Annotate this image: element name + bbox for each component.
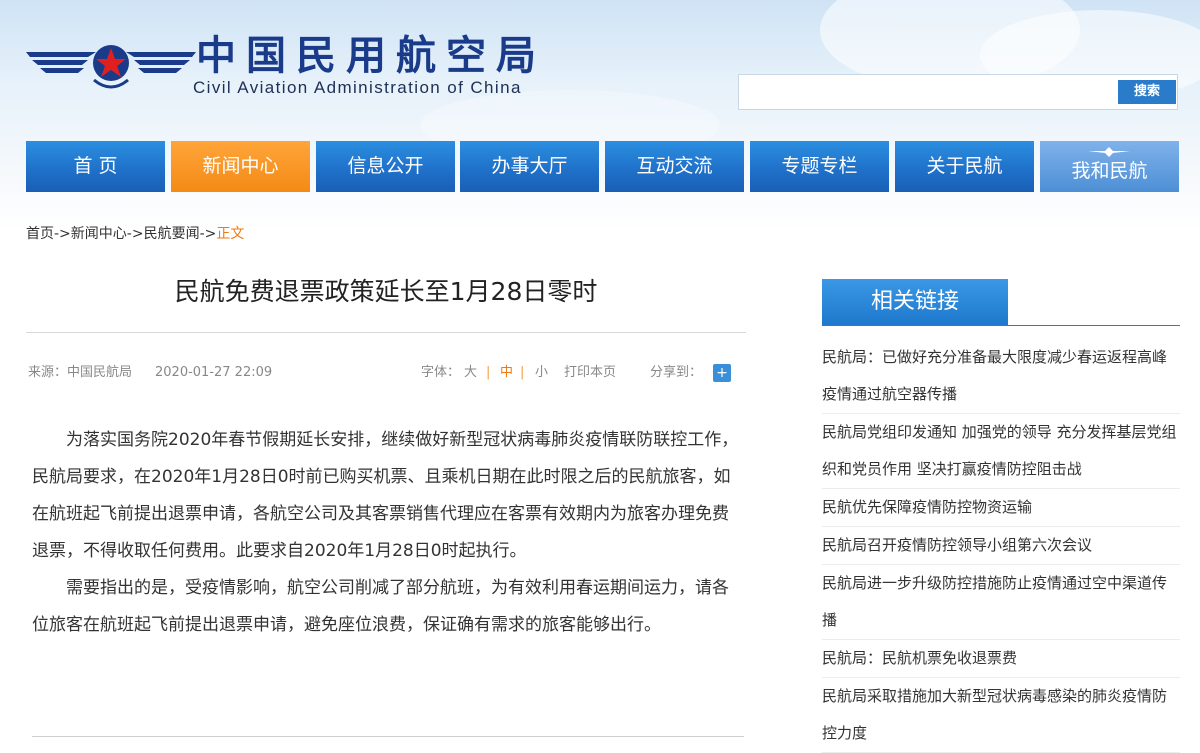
related-link[interactable]: 民航局召开疫情防控领导小组第六次会议 [822,527,1180,565]
share-plus-icon[interactable]: + [713,364,731,382]
nav-item-info-disclosure[interactable]: 信息公开 [316,141,455,192]
print-link[interactable]: 打印本页 [564,363,616,383]
search-box: 搜索 [738,74,1178,110]
breadcrumb-separator: -> [126,226,144,242]
breadcrumb-home[interactable]: 首页 [26,226,54,242]
font-size-small[interactable]: 小 [535,363,548,383]
search-input[interactable] [739,75,1109,109]
breadcrumb-separator: -> [54,226,71,242]
font-size-medium[interactable]: 中 [500,363,513,383]
meta-divider: | [520,365,525,380]
title-divider [26,332,746,333]
content-divider [32,736,744,737]
nav-item-interaction[interactable]: 互动交流 [605,141,744,192]
related-link[interactable]: 民航局：民航机票免收退票费 [822,640,1180,678]
related-link[interactable]: 民航优先保障疫情防控物资运输 [822,489,1180,527]
article-source: 来源：中国民航局 [28,365,133,380]
related-links-divider [822,325,1180,326]
header-background [0,0,1200,232]
article-meta: 来源：中国民航局 2020-01-27 22:09 字体： 大 | 中 | 小 … [26,363,746,383]
font-size-large[interactable]: 大 [464,363,477,383]
site-subtitle: Civil Aviation Administration of China [193,78,522,97]
font-size-label: 字体： [421,365,461,380]
article-content: 为落实国务院2020年春节假期延长安排，继续做好新型冠状病毒肺炎疫情联防联控工作… [32,422,742,644]
nav-item-service-hall[interactable]: 办事大厅 [460,141,599,192]
site-title: 中国民用航空局 [196,33,546,79]
breadcrumb-news-center[interactable]: 新闻中心 [71,226,127,242]
breadcrumb-news[interactable]: 民航要闻 [144,226,200,242]
nav-item-news-center[interactable]: 新闻中心 [171,141,310,192]
article-paragraph: 为落实国务院2020年春节假期延长安排，继续做好新型冠状病毒肺炎疫情联防联控工作… [32,430,739,561]
related-link[interactable]: 民航局党组印发通知 加强党的领导 充分发挥基层党组织和党员作用 坚决打赢疫情防控… [822,414,1180,489]
plane-icon [1088,147,1130,157]
breadcrumb-current: 正文 [216,226,245,242]
share-label: 分享到： [650,365,703,380]
article-title: 民航免费退票政策延长至1月28日零时 [174,277,598,306]
caac-logo-icon[interactable] [26,36,196,96]
breadcrumb-separator: -> [199,226,217,242]
nav-item-about[interactable]: 关于民航 [895,141,1034,192]
article-date: 2020-01-27 22:09 [155,365,273,380]
related-links-list: 民航局：已做好充分准备最大限度减少春运返程高峰疫情通过航空器传播 民航局党组印发… [822,339,1180,753]
related-link[interactable]: 民航局采取措施加大新型冠状病毒感染的肺炎疫情防控力度 [822,678,1180,753]
related-link[interactable]: 民航局：已做好充分准备最大限度减少春运返程高峰疫情通过航空器传播 [822,339,1180,414]
nav-item-me-and-civil-aviation[interactable]: 我和民航 [1040,141,1179,192]
main-nav: 首 页 新闻中心 信息公开 办事大厅 互动交流 专题专栏 关于民航 我和民航 [26,141,1179,192]
article-paragraph: 需要指出的是，受疫情影响，航空公司削减了部分航班，为有效利用春运期间运力，请各位… [32,578,729,635]
related-links-header: 相关链接 [822,279,1008,325]
nav-item-home[interactable]: 首 页 [26,141,165,192]
search-button[interactable]: 搜索 [1118,80,1176,104]
breadcrumb: 首页->新闻中心->民航要闻->正文 [26,224,244,244]
related-link[interactable]: 民航局进一步升级防控措施防止疫情通过空中渠道传播 [822,565,1180,640]
meta-divider: | [486,365,491,380]
nav-item-special-topics[interactable]: 专题专栏 [750,141,889,192]
nav-item-label: 我和民航 [1071,160,1148,182]
